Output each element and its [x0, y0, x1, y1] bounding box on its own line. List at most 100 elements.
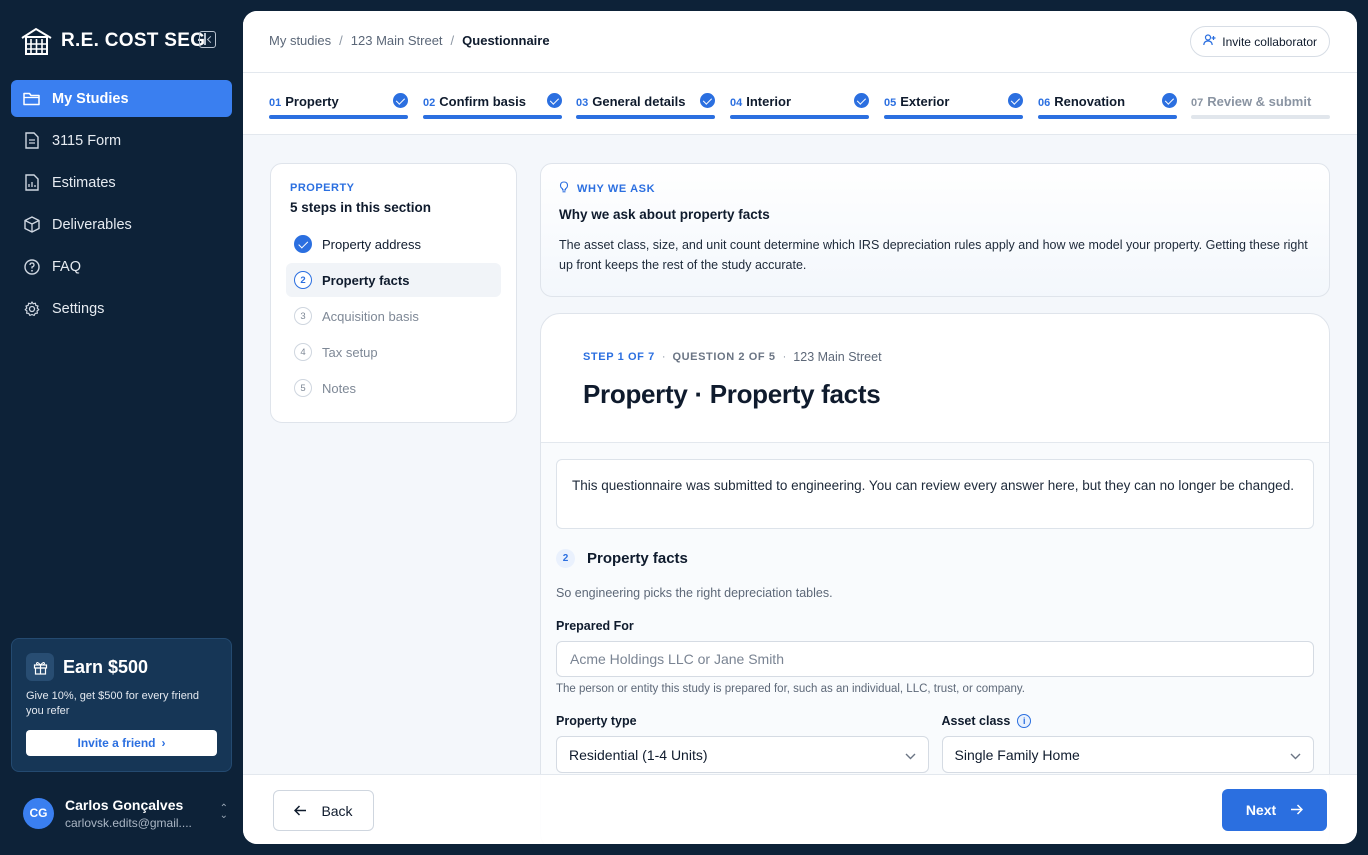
- breadcrumb-my-studies[interactable]: My studies: [269, 33, 331, 48]
- calculator-doc-icon: [23, 174, 40, 191]
- sidebar-item-settings[interactable]: Settings: [11, 290, 232, 327]
- tab-review-submit[interactable]: 07 Review & submit: [1191, 93, 1330, 121]
- arrow-right-icon: [1290, 802, 1304, 818]
- tab-property[interactable]: 01 Property: [269, 93, 408, 121]
- section-step-label: Property address: [322, 236, 421, 252]
- chevron-down-icon: [1290, 747, 1301, 763]
- sidebar-item-3115-form[interactable]: 3115 Form: [11, 122, 232, 159]
- tab-interior[interactable]: 04 Interior: [730, 93, 869, 121]
- meta-separator: ·: [782, 351, 787, 363]
- section-step-property-address[interactable]: Property address: [286, 227, 501, 261]
- step-label: Interior: [746, 94, 792, 109]
- step-number-badge: 2: [294, 271, 312, 289]
- why-body: The asset class, size, and unit count de…: [559, 238, 1308, 272]
- question-title: Property · Property facts: [583, 379, 881, 409]
- invite-friend-button[interactable]: Invite a friend ›: [26, 730, 217, 756]
- chevron-right-icon: ›: [161, 736, 166, 750]
- step-number: 06: [1038, 97, 1051, 109]
- breadcrumb-property[interactable]: 123 Main Street: [351, 33, 443, 48]
- check-circle-icon: [700, 93, 715, 108]
- step-label: Exterior: [900, 94, 950, 109]
- step-number: 04: [730, 97, 743, 109]
- question-card: STEP 1 OF 7 · QUESTION 2 OF 5 · 123 Main…: [540, 313, 1330, 844]
- submitted-notice: This questionnaire was submitted to engi…: [556, 459, 1314, 529]
- sidebar-item-label: My Studies: [52, 90, 129, 107]
- sidebar-item-estimates[interactable]: Estimates: [11, 164, 232, 201]
- section-step-label: Tax setup: [322, 344, 378, 360]
- collapse-sidebar-icon[interactable]: [199, 31, 216, 48]
- next-button[interactable]: Next: [1222, 789, 1327, 831]
- back-button[interactable]: Back: [273, 790, 374, 831]
- sidebar-nav: My Studies 3115 Form Estimates Deliverab…: [11, 80, 232, 332]
- section-step-label: Notes: [322, 380, 356, 396]
- invite-collaborator-label: Invite collaborator: [1222, 34, 1317, 49]
- chevron-up-down-icon: ⌃ ⌄: [219, 803, 228, 821]
- step-label: Property: [285, 94, 339, 109]
- user-name: Carlos Gonçalves: [65, 796, 184, 813]
- check-circle-icon: [1008, 93, 1023, 108]
- prepared-for-label: Prepared For: [556, 619, 634, 633]
- sidebar-item-faq[interactable]: FAQ: [11, 248, 232, 285]
- footer-bar: Back Next: [243, 774, 1357, 844]
- step-label: Confirm basis: [439, 94, 526, 109]
- lightbulb-icon: [559, 181, 569, 196]
- subsection-title: Property facts: [587, 550, 688, 567]
- app-name: R.E. COST SEG: [61, 30, 206, 51]
- invite-collaborator-button[interactable]: Invite collaborator: [1190, 26, 1330, 57]
- step-progress-bar: [576, 115, 715, 119]
- tab-confirm-basis[interactable]: 02 Confirm basis: [423, 93, 562, 121]
- arrow-left-icon: [294, 803, 307, 819]
- tab-general-details[interactable]: 03 General details: [576, 93, 715, 121]
- sidebar-item-deliverables[interactable]: Deliverables: [11, 206, 232, 243]
- tab-exterior[interactable]: 05 Exterior: [884, 93, 1023, 121]
- top-bar: My studies / 123 Main Street / Questionn…: [243, 11, 1357, 73]
- logo[interactable]: R.E. COST SEG: [20, 26, 205, 56]
- check-circle-icon: [854, 93, 869, 108]
- sidebar-item-my-studies[interactable]: My Studies: [11, 80, 232, 117]
- section-title: 5 steps in this section: [290, 200, 432, 215]
- sidebar-item-label: Settings: [52, 300, 105, 317]
- user-plus-icon: [1203, 34, 1216, 49]
- why-we-ask-card: WHY WE ASK Why we ask about property fac…: [540, 163, 1330, 297]
- check-circle-icon: [393, 93, 408, 108]
- step-label: Review & submit: [1207, 94, 1312, 109]
- subsection-description: So engineering picks the right depreciat…: [556, 586, 833, 600]
- check-circle-icon: [547, 93, 562, 108]
- check-circle-icon: [1162, 93, 1177, 108]
- section-number-badge: 2: [556, 549, 575, 568]
- step-progress-bar: [1191, 115, 1330, 119]
- referral-description: Give 10%, get $500 for every friend you …: [26, 690, 200, 717]
- property-type-select[interactable]: Residential (1-4 Units): [556, 736, 929, 773]
- step-progress-bar: [1038, 115, 1177, 119]
- asset-class-value: Single Family Home: [954, 746, 1080, 763]
- check-circle-icon: [294, 235, 312, 253]
- section-step-notes[interactable]: 5 Notes: [286, 371, 501, 405]
- tab-renovation[interactable]: 06 Renovation: [1038, 93, 1177, 121]
- section-step-tax-setup[interactable]: 4 Tax setup: [286, 335, 501, 369]
- question-header: STEP 1 OF 7 · QUESTION 2 OF 5 · 123 Main…: [541, 314, 1329, 443]
- avatar: CG: [23, 797, 54, 829]
- section-kicker: PROPERTY: [290, 182, 355, 194]
- breadcrumb-current: Questionnaire: [462, 33, 550, 48]
- question-circle-icon: [23, 258, 40, 275]
- prepared-for-help: The person or entity this study is prepa…: [556, 683, 1025, 695]
- step-tabs: 01 Property 02 Confirm basis 03 General det…: [243, 73, 1357, 135]
- section-step-property-facts[interactable]: 2 Property facts: [286, 263, 501, 297]
- section-step-acquisition-basis[interactable]: 3 Acquisition basis: [286, 299, 501, 333]
- why-title: Why we ask about property facts: [559, 207, 770, 222]
- sidebar-item-label: FAQ: [52, 258, 82, 275]
- step-number: 03: [576, 97, 589, 109]
- step-number-badge: 3: [294, 307, 312, 325]
- property-type-value: Residential (1-4 Units): [569, 746, 708, 763]
- step-label: General details: [592, 94, 686, 109]
- user-menu[interactable]: CG Carlos Gonçalves carlovsk.edits@gmail…: [23, 795, 228, 831]
- info-icon[interactable]: i: [1017, 714, 1032, 728]
- step-progress-bar: [884, 115, 1023, 119]
- asset-class-select[interactable]: Single Family Home: [941, 736, 1314, 773]
- question-indicator: QUESTION 2 OF 5: [672, 351, 776, 363]
- breadcrumb-separator: /: [339, 33, 343, 48]
- prepared-for-input[interactable]: [556, 641, 1314, 677]
- question-meta: STEP 1 OF 7 · QUESTION 2 OF 5 · 123 Main…: [583, 350, 1287, 364]
- step-number: 02: [423, 97, 436, 109]
- sidebar-item-label: Deliverables: [52, 216, 132, 233]
